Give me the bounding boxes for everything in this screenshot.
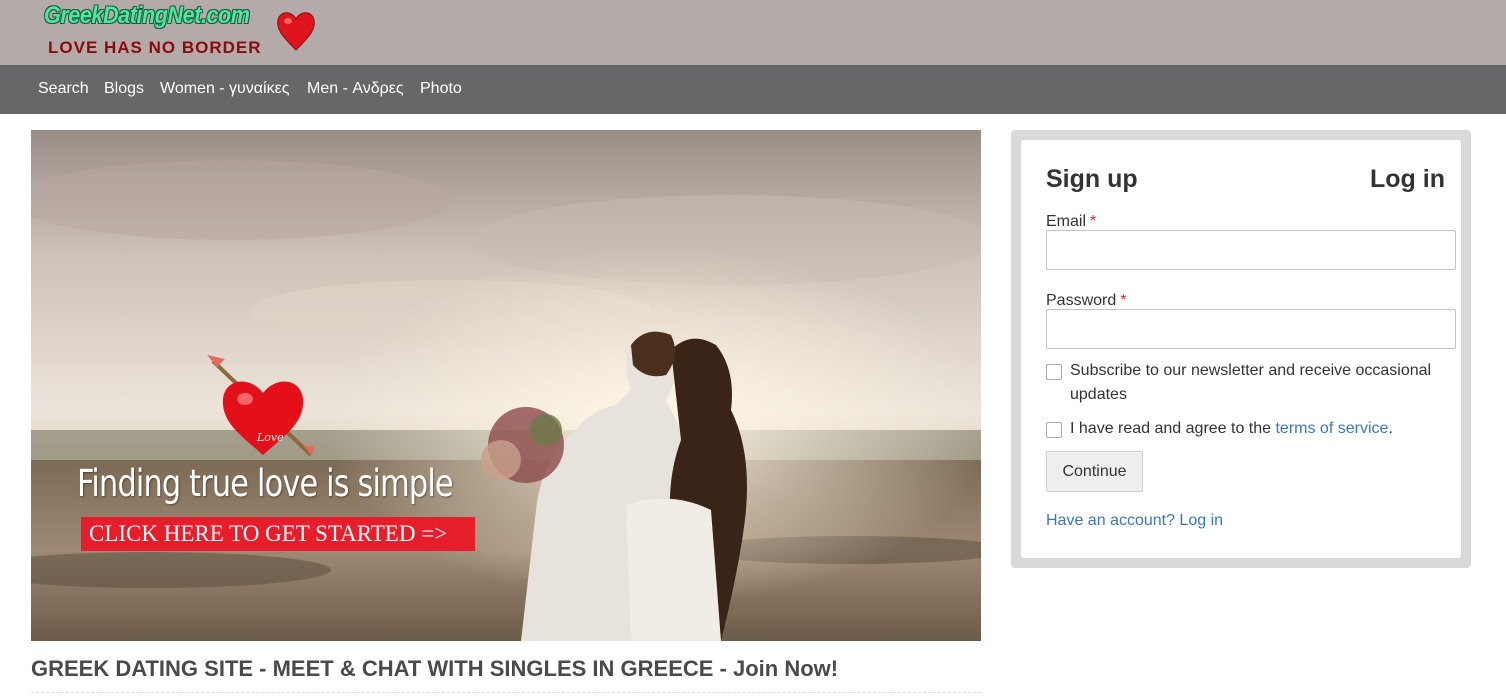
terms-label: I have read and agree to the terms of se…	[1070, 417, 1450, 441]
terms-of-service-link[interactable]: terms of service	[1275, 420, 1388, 437]
newsletter-checkbox[interactable]	[1046, 364, 1062, 380]
have-account-login-link[interactable]: Have an account? Log in	[1046, 512, 1223, 530]
nav-item-search[interactable]: Search	[38, 80, 89, 98]
hero-photo	[31, 130, 981, 641]
nav-item-men[interactable]: Men - Ανδρες	[307, 80, 404, 98]
terms-prefix: I have read and agree to the	[1070, 420, 1276, 437]
heart-icon	[277, 12, 315, 51]
hero-banner[interactable]: Love Finding true love is simple CLICK H…	[31, 130, 981, 641]
nav-item-women[interactable]: Women - γυναίκες	[160, 80, 289, 98]
heart-arrow-icon: Love	[207, 355, 315, 457]
nav-item-blogs[interactable]: Blogs	[104, 80, 144, 98]
get-started-button[interactable]: CLICK HERE TO GET STARTED =>	[81, 517, 475, 551]
heart-love-text: Love	[256, 431, 284, 444]
terms-checkbox[interactable]	[1046, 422, 1062, 438]
email-field[interactable]	[1046, 230, 1456, 270]
email-label-text: Email	[1046, 213, 1087, 230]
page-title: GREEK DATING SITE - MEET & CHAT WITH SIN…	[31, 656, 839, 681]
hero-heading: Finding true love is simple	[77, 462, 454, 505]
password-field[interactable]	[1046, 309, 1456, 349]
tab-signup[interactable]: Sign up	[1046, 165, 1138, 194]
password-label: Password *	[1046, 292, 1126, 310]
tab-login[interactable]: Log in	[1370, 165, 1445, 194]
required-marker: *	[1090, 213, 1097, 230]
email-label: Email *	[1046, 213, 1096, 231]
logo-title: GreekDatingNet.com	[44, 2, 250, 29]
site-header: GreekDatingNet.com LOVE HAS NO BORDER	[0, 0, 1506, 65]
title-divider	[31, 692, 981, 695]
password-label-text: Password	[1046, 292, 1117, 309]
nav-item-photo[interactable]: Photo	[420, 80, 462, 98]
terms-suffix: .	[1388, 420, 1393, 437]
required-marker: *	[1120, 292, 1127, 309]
main-nav: Search Blogs Women - γυναίκες Men - Ανδρ…	[0, 65, 1506, 114]
continue-button[interactable]: Continue	[1046, 451, 1143, 492]
site-logo[interactable]: GreekDatingNet.com LOVE HAS NO BORDER	[44, 2, 316, 60]
signup-panel: Sign up Log in Email * Password * Subscrib…	[1011, 130, 1471, 568]
signup-form: Sign up Log in Email * Password * Subscrib…	[1021, 140, 1461, 558]
newsletter-label: Subscribe to our newsletter and receive …	[1070, 362, 1432, 403]
logo-slogan: LOVE HAS NO BORDER	[48, 38, 262, 57]
